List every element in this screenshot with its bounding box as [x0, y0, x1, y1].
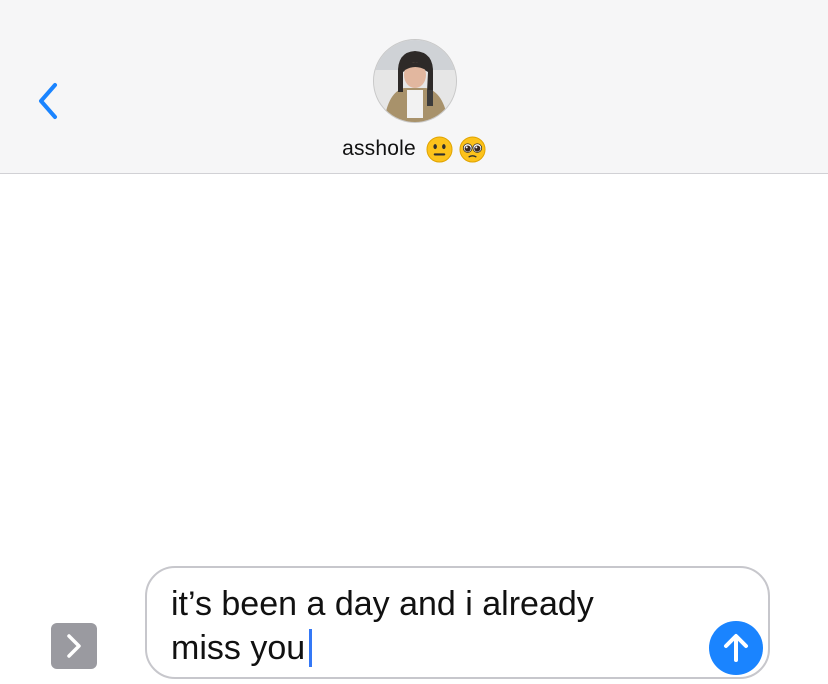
- send-button[interactable]: [709, 621, 763, 675]
- back-button[interactable]: [30, 78, 66, 124]
- avatar[interactable]: [373, 39, 457, 123]
- apps-button[interactable]: [51, 623, 97, 669]
- arrow-up-icon: [724, 634, 748, 662]
- pleading-face-emoji: [459, 135, 486, 163]
- conversation-area[interactable]: [0, 174, 828, 562]
- contact-name: asshole: [342, 137, 416, 160]
- neutral-face-emoji: [426, 135, 453, 163]
- conversation-header: asshole: [0, 0, 828, 174]
- contact-photo: [374, 40, 456, 122]
- message-text-content: it’s been a day and i already miss you: [171, 585, 594, 667]
- message-text[interactable]: it’s been a day and i already miss you: [171, 582, 691, 670]
- message-input[interactable]: it’s been a day and i already miss you: [145, 566, 770, 679]
- messages-screen: asshole it’s been a day and i already mi…: [0, 0, 828, 684]
- text-cursor: [309, 629, 313, 667]
- contact-title[interactable]: asshole: [0, 132, 828, 166]
- chevron-right-icon: [67, 634, 81, 658]
- chevron-left-icon: [39, 83, 57, 119]
